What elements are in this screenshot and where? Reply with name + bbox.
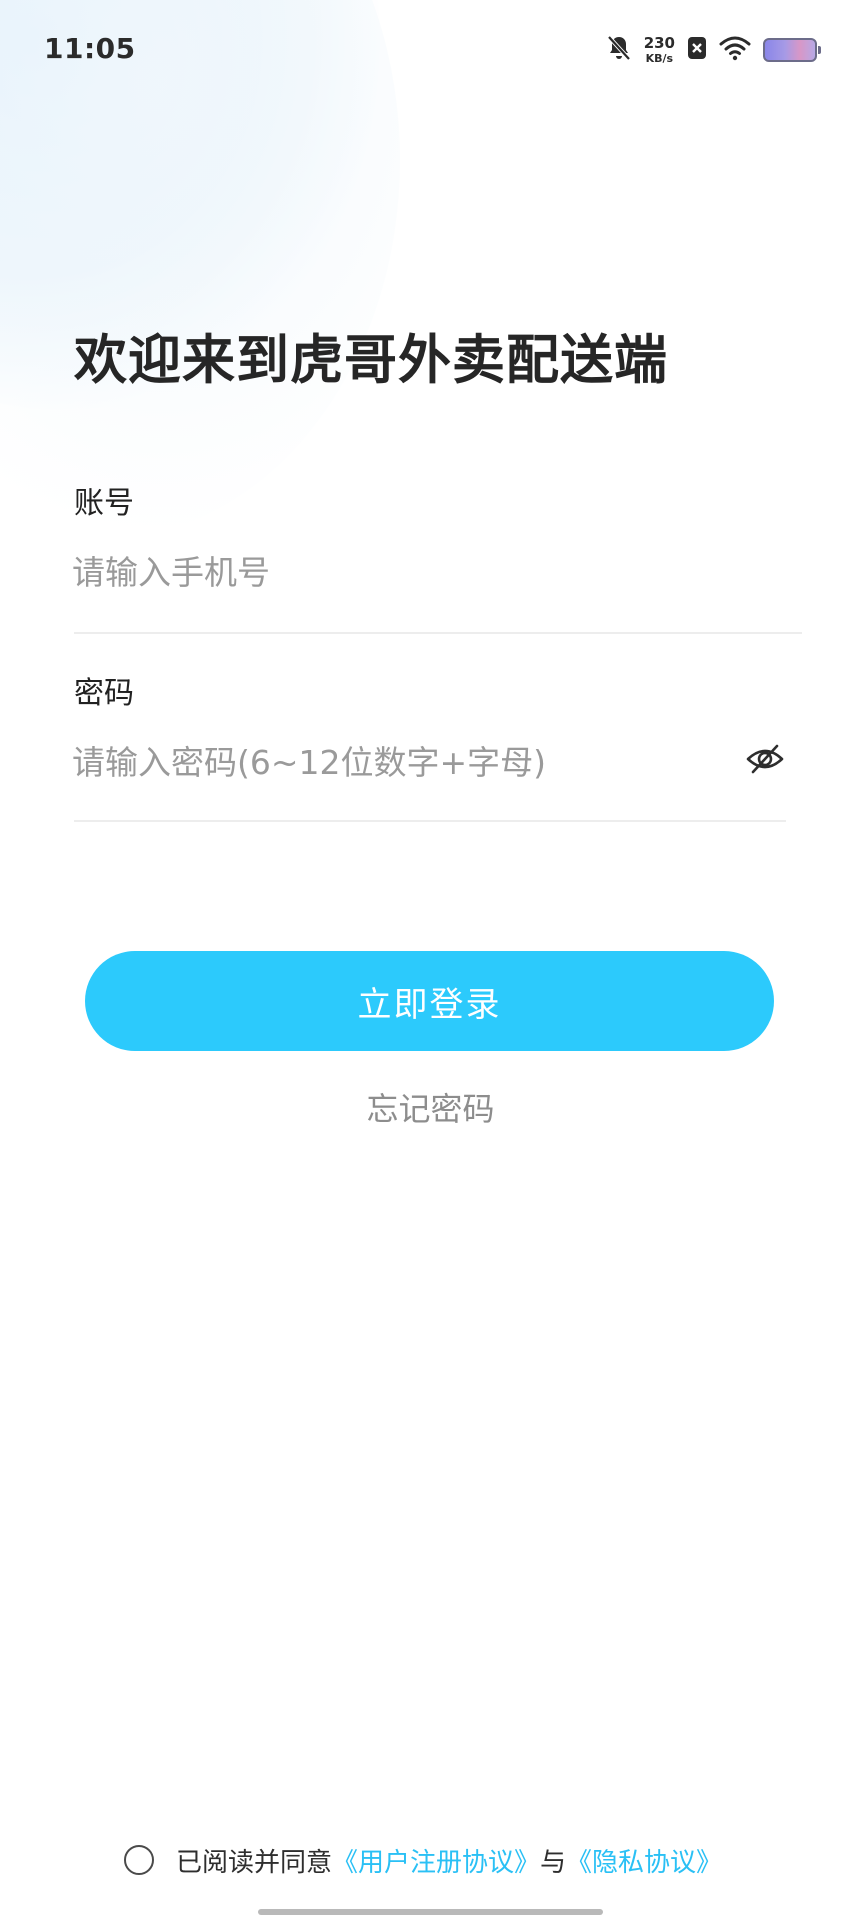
privacy-agreement-link[interactable]: 《隐私协议》 [566,1842,722,1879]
account-input[interactable] [72,542,712,602]
status-icons: 230 KB/s [606,30,821,70]
status-bar: 11:05 230 KB/s [0,0,861,100]
account-label: 账号 [74,486,134,521]
forgot-password-link[interactable]: 忘记密码 [0,1084,861,1130]
password-divider [74,820,786,822]
status-time: 11:05 [44,32,136,65]
network-speed-unit: KB/s [645,52,674,65]
network-speed: 230 KB/s [643,34,675,65]
network-speed-value: 230 [643,34,675,52]
agreement-prefix: 已阅读并同意 [176,1847,333,1878]
agreement-radio[interactable] [124,1845,154,1875]
agreement-row: 已阅读并同意 《用户注册协议》 与 《隐私协议》 [124,1840,722,1880]
user-agreement-link[interactable]: 《用户注册协议》 [332,1842,540,1879]
page-title: 欢迎来到虎哥外卖配送端 [74,330,668,391]
login-screen: 11:05 230 KB/s 欢迎来到虎哥外卖配送端 账号 请输入手机号 密码 … [0,0,861,1920]
eye-off-icon[interactable] [744,742,786,776]
close-box-icon [687,35,707,65]
home-indicator[interactable] [258,1909,603,1915]
wifi-icon [719,35,751,65]
agreement-conjunction: 与 [540,1847,567,1878]
password-label: 密码 [74,676,134,711]
password-input[interactable] [72,732,712,792]
bell-muted-icon [606,34,632,66]
battery-icon [763,38,821,62]
account-divider [74,632,802,634]
login-button[interactable]: 立即登录 [85,951,774,1051]
